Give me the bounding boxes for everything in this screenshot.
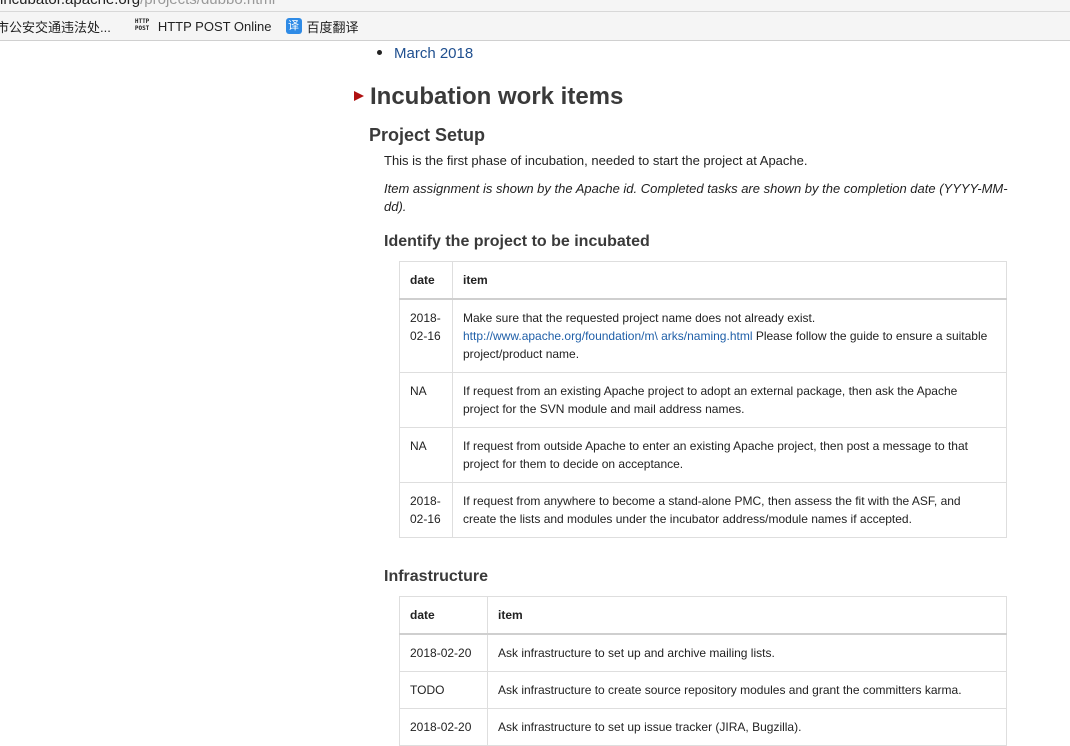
table-row: TODO Ask infrastructure to create source… [399, 671, 1007, 709]
http-post-icon: HTTP POST [134, 18, 150, 32]
browser-chrome: incubator.apache.org/projects/dubbo.html… [0, 0, 1070, 41]
bookmark-label: HTTP POST Online [157, 18, 272, 34]
list-item: March 2018 [377, 45, 473, 62]
march-2018-link[interactable]: March 2018 [394, 45, 473, 62]
identify-heading: Identify the project to be incubated [384, 233, 650, 250]
naming-guide-link[interactable]: http://www.apache.org/foundation/m\ arks… [463, 329, 752, 343]
bullet-icon [377, 49, 382, 55]
table-header-row: date item [399, 596, 1007, 635]
table-row: NA If request from an existing Apache pr… [399, 372, 1007, 428]
date-cell: TODO [399, 671, 488, 709]
subsection-title: Project Setup [369, 125, 486, 145]
item-cell: Ask infrastructure to create source repo… [487, 671, 1007, 709]
table-row: NA If request from outside Apache to ent… [399, 427, 1007, 483]
bookmark-label: 百度翻译 [306, 19, 359, 35]
infrastructure-table: date item 2018-02-20 Ask infrastructure … [399, 596, 1007, 746]
column-header-item: item [452, 261, 1007, 300]
item-cell: Ask infrastructure to set up and archive… [487, 633, 1007, 672]
date-cell: 2018-02-20 [399, 633, 488, 672]
address-bar-divider [0, 11, 1070, 12]
red-arrow-icon [354, 91, 364, 101]
address-bar[interactable]: incubator.apache.org/projects/dubbo.html [0, 0, 275, 11]
table-row: 2018-02-20 Ask infrastructure to set up … [399, 708, 1007, 746]
bookmarks-bar: 市公安交通违法处... HTTP POST HTTP POST Online 译 … [0, 15, 373, 37]
table-row: 2018-02-20 Ask infrastructure to set up … [399, 633, 1007, 672]
infrastructure-heading: Infrastructure [384, 568, 489, 585]
column-header-item: item [487, 596, 1007, 635]
column-header-date: date [399, 261, 453, 300]
bookmark-baidu-translate[interactable]: 译 百度翻译 [285, 17, 359, 36]
table-row: 2018-02-16 If request from anywhere to b… [399, 482, 1007, 538]
date-cell: 2018-02-16 [399, 298, 453, 373]
date-cell: NA [399, 372, 453, 428]
page-content: March 2018 Incubation work items Project… [0, 41, 1070, 746]
item-cell: If request from anywhere to become a sta… [452, 482, 1007, 538]
table-header-row: date item [399, 261, 1007, 300]
bookmark-label: 市公安交通违法处... [0, 19, 111, 35]
bookmark-http-post-online[interactable]: HTTP POST HTTP POST Online [125, 18, 272, 34]
identify-table: date item 2018-02-16 Make sure that the … [399, 261, 1007, 538]
bookmark-traffic-violation[interactable]: 市公安交通违法处... [0, 17, 111, 36]
column-header-date: date [399, 596, 488, 635]
date-cell: 2018-02-16 [399, 482, 453, 538]
date-cell: NA [399, 427, 453, 483]
baidu-translate-icon: 译 [285, 18, 302, 34]
note-text: Item assignment is shown by the Apache i… [384, 181, 1008, 214]
intro-text: This is the first phase of incubation, n… [384, 153, 808, 168]
table-row: 2018-02-16 Make sure that the requested … [399, 298, 1007, 373]
date-cell: 2018-02-20 [399, 708, 488, 746]
section-title-text: Incubation work items [370, 83, 624, 110]
url-path: /projects/dubbo.html [140, 0, 275, 8]
url-host: incubator.apache.org [0, 0, 140, 8]
item-cell: If request from an existing Apache proje… [452, 372, 1007, 428]
item-cell: If request from outside Apache to enter … [452, 427, 1007, 483]
item-text: Make sure that the requested project nam… [463, 311, 816, 325]
item-cell: Make sure that the requested project nam… [452, 298, 1007, 373]
section-title: Incubation work items [354, 83, 623, 111]
item-cell: Ask infrastructure to set up issue track… [487, 708, 1007, 746]
